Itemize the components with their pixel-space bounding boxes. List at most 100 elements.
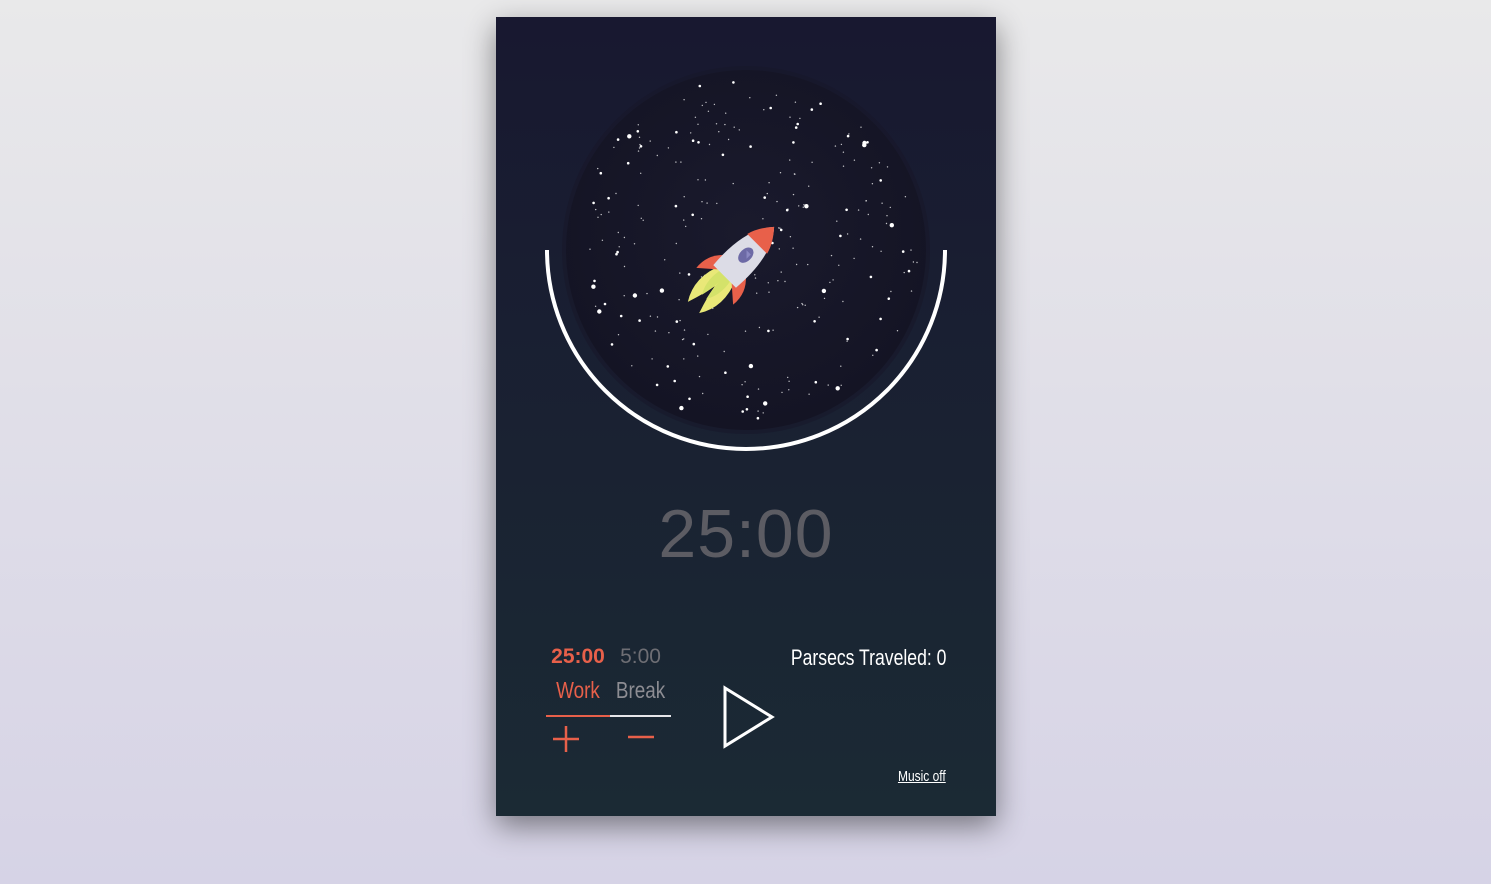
star <box>698 84 702 88</box>
star <box>819 102 822 105</box>
star <box>768 291 770 293</box>
star <box>879 317 882 321</box>
star <box>859 238 862 240</box>
decrement-button[interactable] <box>621 721 661 757</box>
star <box>846 233 849 235</box>
star <box>788 380 790 382</box>
star <box>637 150 640 152</box>
star <box>623 236 626 239</box>
star <box>667 147 670 149</box>
work-mode-tab[interactable]: 25:00 Work <box>546 645 610 717</box>
star <box>691 213 694 217</box>
star <box>701 104 703 107</box>
star <box>679 405 684 411</box>
star <box>640 217 642 219</box>
star <box>808 185 810 187</box>
star <box>721 153 725 157</box>
star <box>799 117 801 120</box>
star <box>853 257 855 260</box>
star <box>649 315 652 317</box>
star <box>803 204 805 206</box>
star <box>794 101 797 103</box>
star <box>637 204 639 207</box>
star <box>698 375 701 378</box>
star <box>889 206 891 209</box>
star <box>589 248 591 250</box>
star <box>697 179 699 181</box>
star <box>772 329 774 331</box>
star <box>869 275 873 279</box>
music-toggle-link[interactable]: Music off <box>898 768 946 785</box>
star <box>724 123 726 126</box>
star <box>811 161 813 163</box>
star <box>788 389 790 391</box>
break-mode-tab[interactable]: 5:00 Break <box>610 645 671 717</box>
star <box>616 138 620 141</box>
star <box>723 350 725 353</box>
star <box>673 379 676 383</box>
star <box>840 365 842 367</box>
star <box>708 143 711 146</box>
star <box>903 271 905 274</box>
star <box>860 126 862 128</box>
break-underline <box>610 715 671 717</box>
star <box>778 248 780 250</box>
star <box>741 384 743 386</box>
star <box>758 326 761 329</box>
star <box>794 126 798 129</box>
star <box>592 201 595 205</box>
star <box>853 159 856 161</box>
play-button[interactable] <box>722 685 776 749</box>
star <box>678 299 680 301</box>
star <box>713 103 716 106</box>
star <box>749 97 751 99</box>
star <box>889 223 894 228</box>
star <box>840 384 842 386</box>
space-visual <box>496 17 996 477</box>
star <box>834 145 837 147</box>
increment-button[interactable] <box>546 721 586 757</box>
minus-icon <box>628 735 654 739</box>
star <box>821 288 827 294</box>
star <box>916 261 918 264</box>
star <box>597 167 599 170</box>
star <box>675 130 678 134</box>
star <box>754 277 757 279</box>
star <box>807 263 809 266</box>
star <box>675 161 677 163</box>
star <box>907 269 911 273</box>
star <box>887 297 891 301</box>
star <box>683 219 685 221</box>
star <box>813 320 816 323</box>
star <box>683 358 685 360</box>
star <box>757 410 759 412</box>
work-underline <box>546 715 610 717</box>
star <box>789 159 791 161</box>
star <box>623 265 626 268</box>
star <box>642 219 644 221</box>
star <box>768 182 770 184</box>
star <box>757 388 760 390</box>
star <box>838 264 840 266</box>
star <box>744 381 746 383</box>
star <box>694 116 697 119</box>
star <box>871 183 874 185</box>
star <box>798 205 800 207</box>
star <box>756 292 758 294</box>
star <box>675 320 679 323</box>
star <box>613 146 615 149</box>
star <box>656 154 658 157</box>
star <box>865 200 867 202</box>
star <box>842 151 845 153</box>
star <box>901 250 905 253</box>
break-duration: 5:00 <box>620 645 661 668</box>
star <box>762 412 764 414</box>
star <box>691 139 695 142</box>
star <box>829 281 831 284</box>
star <box>763 109 765 111</box>
star <box>846 337 849 341</box>
star <box>704 179 707 181</box>
star <box>808 393 810 395</box>
star <box>789 116 791 118</box>
star <box>804 204 809 209</box>
